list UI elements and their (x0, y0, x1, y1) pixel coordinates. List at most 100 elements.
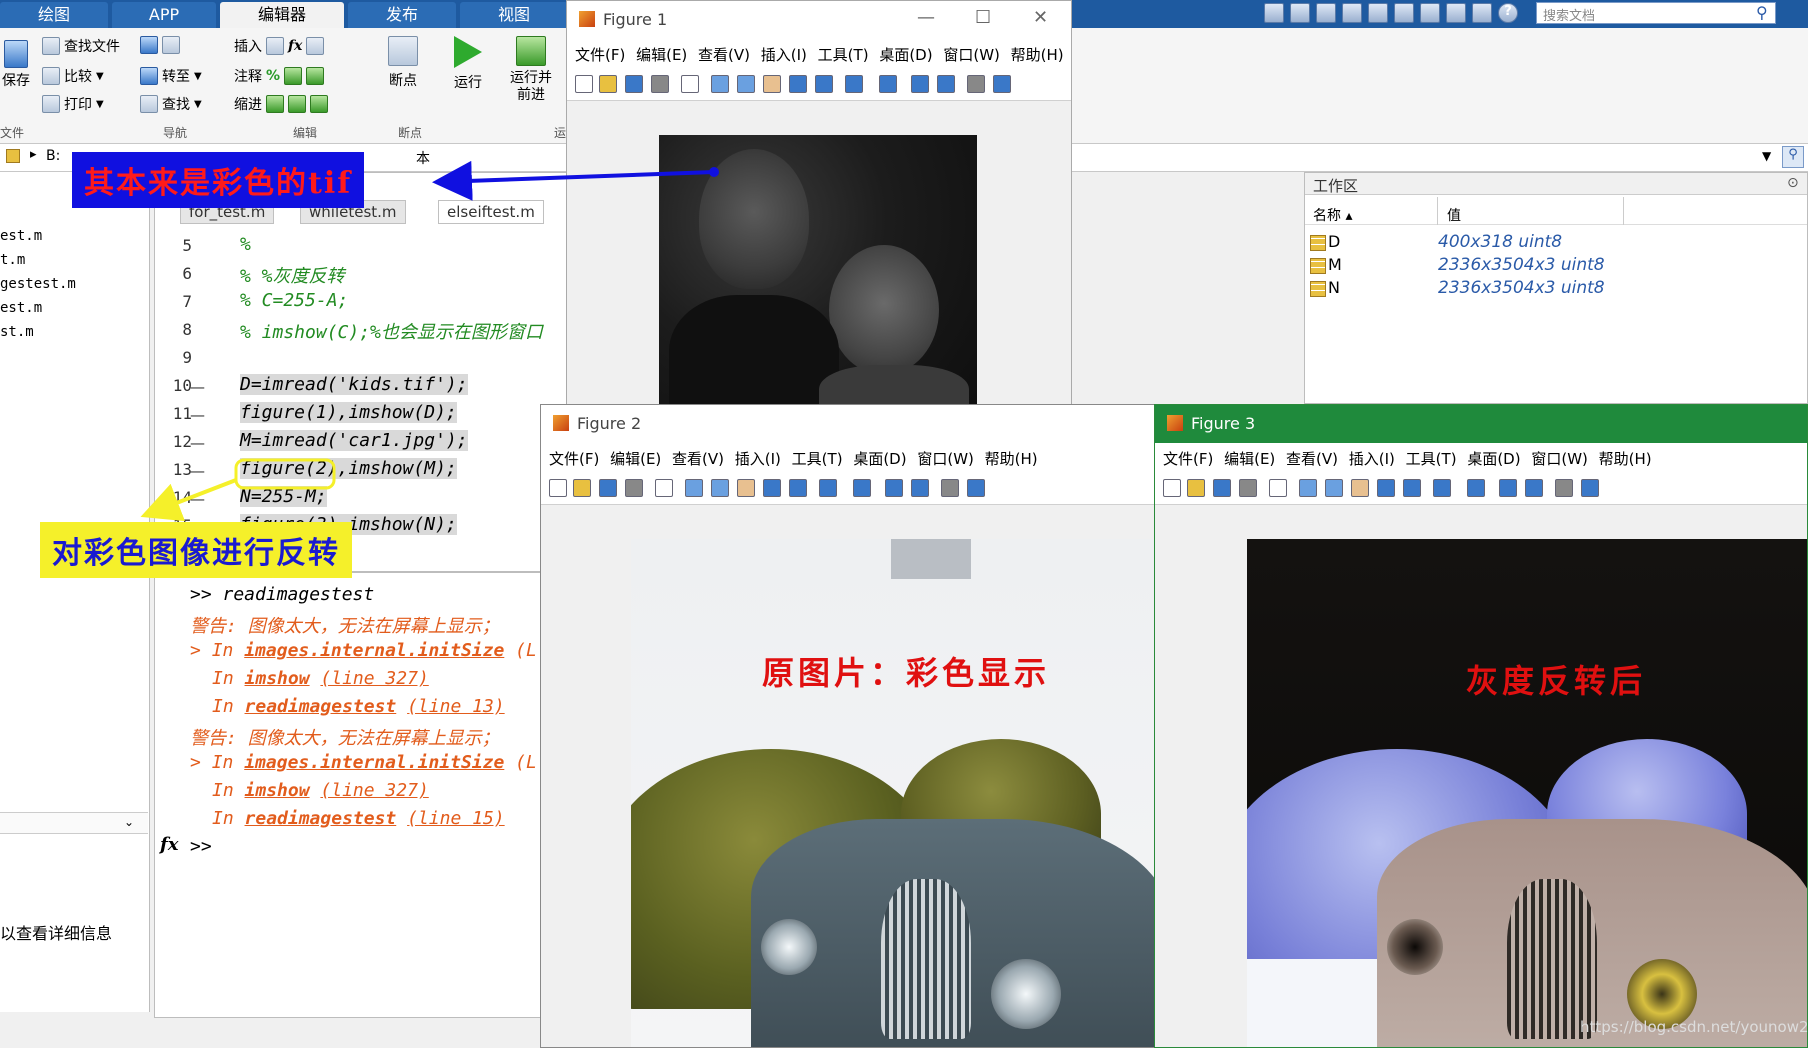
new-figure-icon[interactable] (575, 75, 593, 93)
link-icon[interactable] (853, 479, 871, 497)
column-header-name[interactable]: 名称 ▴ (1313, 205, 1352, 225)
tab-apps[interactable]: APP (112, 2, 216, 28)
figure-menubar[interactable]: 文件(F) 编辑(E) 查看(V) 插入(I) 工具(T) 桌面(D) 窗口(W… (567, 39, 1071, 67)
pan-icon[interactable] (737, 479, 755, 497)
print-button[interactable]: 打印 ▼ (42, 94, 104, 114)
run-button[interactable]: 运行 (454, 36, 482, 92)
print-icon[interactable] (625, 479, 643, 497)
column-header-value[interactable]: 值 (1447, 205, 1461, 225)
variable-value[interactable]: 400x318 uint8 (1438, 232, 1562, 252)
stack-link[interactable]: images.internal.initSize (244, 640, 504, 661)
stack-line-link[interactable]: (line 327) (320, 780, 428, 801)
paste-icon[interactable] (1368, 3, 1388, 23)
variable-name[interactable]: M (1328, 255, 1342, 274)
figure-menubar[interactable]: 文件(F) 编辑(E) 查看(V) 插入(I) 工具(T) 桌面(D) 窗口(W… (541, 443, 1155, 471)
undo-icon[interactable] (1394, 3, 1414, 23)
variable-value[interactable]: 2336x3504x3 uint8 (1438, 278, 1605, 298)
comment-button[interactable]: 注释% (234, 66, 325, 86)
browse-search-icon[interactable]: ⚲ (1782, 146, 1804, 168)
data-cursor-icon[interactable] (815, 75, 833, 93)
zoom-in-icon[interactable] (685, 479, 703, 497)
zoom-out-icon[interactable] (711, 479, 729, 497)
zoom-in-icon[interactable] (1299, 479, 1317, 497)
file-item[interactable]: est.m (0, 300, 42, 316)
colorbar-icon[interactable] (1499, 479, 1517, 497)
find-file-button[interactable]: 查找文件 (42, 36, 120, 56)
file-item[interactable]: t.m (0, 252, 25, 268)
quick-access-icon[interactable] (1264, 3, 1284, 23)
stack-link[interactable]: images.internal.initSize (244, 752, 504, 773)
hide-plot-tools-icon[interactable] (1555, 479, 1573, 497)
brush-icon[interactable] (1433, 479, 1451, 497)
stack-line-link[interactable]: (line 13) (407, 696, 505, 717)
panel-menu-icon[interactable]: ⊙ (1787, 175, 1799, 191)
maximize-icon[interactable]: ☐ (975, 7, 991, 28)
figure-3-titlebar[interactable]: Figure 3 (1155, 405, 1807, 443)
new-figure-icon[interactable] (549, 479, 567, 497)
zoom-out-icon[interactable] (1325, 479, 1343, 497)
save-icon[interactable] (625, 75, 643, 93)
code-line[interactable]: % %灰度反转 (240, 262, 345, 288)
hide-plot-tools-icon[interactable] (941, 479, 959, 497)
legend-icon[interactable] (1525, 479, 1543, 497)
open-icon[interactable] (599, 75, 617, 93)
open-icon[interactable] (573, 479, 591, 497)
cut-icon[interactable] (1316, 3, 1336, 23)
editor-tab[interactable]: elseiftest.m (438, 200, 544, 224)
zoom-in-icon[interactable] (711, 75, 729, 93)
redo-icon[interactable] (1420, 3, 1440, 23)
code-line[interactable]: M=imread('car1.jpg'); (240, 430, 468, 451)
breakpoint-gutter[interactable]: — (190, 462, 205, 480)
chevron-down-icon[interactable]: ⌄ (124, 815, 134, 829)
variable-value[interactable]: 2336x3504x3 uint8 (1438, 255, 1605, 275)
code-line[interactable]: % C=255-A; (240, 290, 348, 311)
help-icon[interactable]: ? (1498, 3, 1518, 23)
breakpoint-gutter[interactable]: — (190, 406, 205, 424)
file-item[interactable]: st.m (0, 324, 34, 340)
save-icon[interactable] (1290, 3, 1310, 23)
rotate-icon[interactable] (789, 75, 807, 93)
variable-name[interactable]: D (1328, 232, 1340, 251)
code-line[interactable]: figure(1),imshow(D); (240, 402, 457, 423)
link-icon[interactable] (1467, 479, 1485, 497)
rotate-icon[interactable] (763, 479, 781, 497)
compare-button[interactable]: 比较 ▼ (42, 66, 104, 86)
data-cursor-icon[interactable] (1403, 479, 1421, 497)
stack-link[interactable]: imshow (245, 780, 310, 801)
code-line[interactable]: N=255-M; (240, 486, 327, 507)
stack-link[interactable]: imshow (245, 668, 310, 689)
pointer-icon[interactable] (1269, 479, 1287, 497)
save-icon[interactable] (599, 479, 617, 497)
stack-line-link[interactable]: (line 15) (407, 808, 505, 829)
tab-publish[interactable]: 发布 (348, 2, 456, 28)
brush-icon[interactable] (819, 479, 837, 497)
figure-1-titlebar[interactable]: Figure 1 — ☐ ✕ (567, 1, 1071, 39)
code-line[interactable]: figure(2),imshow(M); (240, 458, 457, 479)
breakpoint-gutter[interactable]: — (190, 490, 205, 508)
search-documentation-input[interactable]: 搜索文档 (1536, 2, 1776, 24)
expand-icon[interactable] (1472, 3, 1492, 23)
zoom-out-icon[interactable] (737, 75, 755, 93)
save-button[interactable]: 保存 (2, 40, 30, 90)
figure-menubar[interactable]: 文件(F) 编辑(E) 查看(V) 插入(I) 工具(T) 桌面(D) 窗口(W… (1155, 443, 1807, 471)
show-plot-tools-icon[interactable] (993, 75, 1011, 93)
new-figure-icon[interactable] (1163, 479, 1181, 497)
stack-link[interactable]: readimagestest (245, 696, 397, 717)
code-line[interactable]: % (240, 234, 251, 255)
show-plot-tools-icon[interactable] (967, 479, 985, 497)
tab-view[interactable]: 视图 (460, 2, 568, 28)
hide-plot-tools-icon[interactable] (967, 75, 985, 93)
show-plot-tools-icon[interactable] (1581, 479, 1599, 497)
find-button[interactable]: 查找 ▼ (140, 94, 202, 114)
pointer-icon[interactable] (655, 479, 673, 497)
legend-icon[interactable] (911, 479, 929, 497)
command-prompt[interactable]: >> (190, 836, 212, 857)
tab-editor[interactable]: 编辑器 (220, 2, 344, 28)
details-divider[interactable]: ⌄ (0, 812, 148, 834)
code-line[interactable]: D=imread('kids.tif'); (240, 374, 468, 395)
figure-2-titlebar[interactable]: Figure 2 (541, 405, 1155, 443)
close-icon[interactable]: ✕ (1033, 7, 1048, 28)
print-icon[interactable] (1239, 479, 1257, 497)
file-item[interactable]: est.m (0, 228, 42, 244)
code-line[interactable]: % imshow(C);%也会显示在图形窗口 (240, 318, 543, 344)
